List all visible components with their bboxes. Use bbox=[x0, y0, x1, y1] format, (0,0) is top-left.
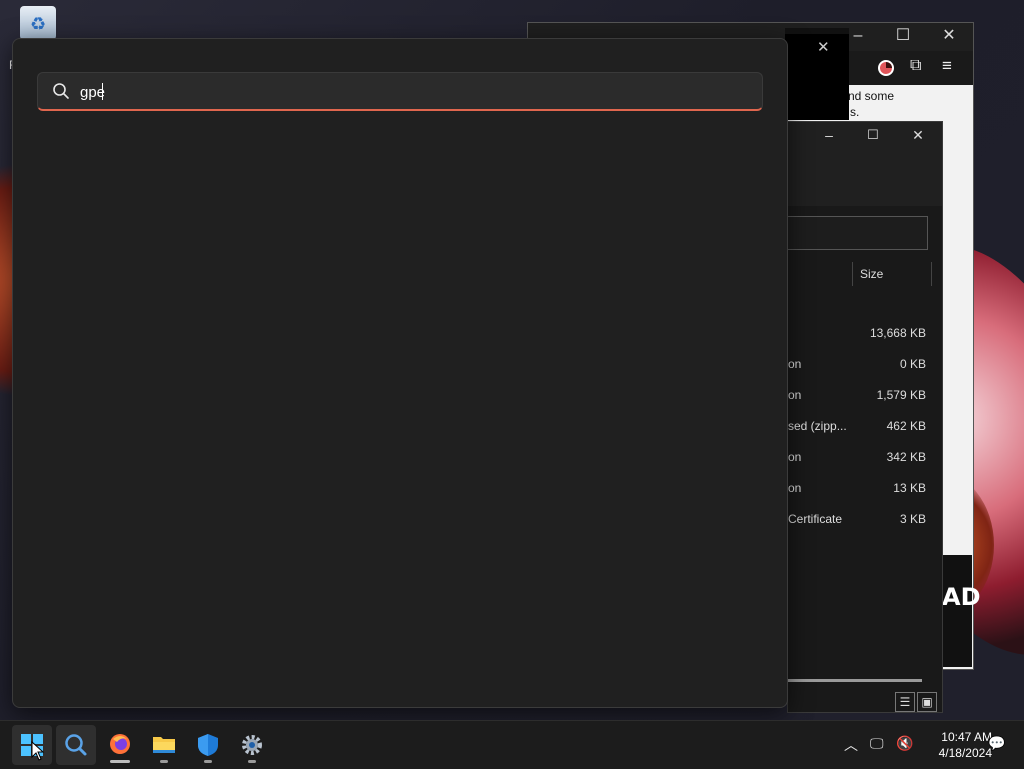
extensions-icon[interactable]: ⧉ bbox=[910, 57, 921, 75]
file-row[interactable]: 13,668 KB bbox=[788, 326, 938, 357]
search-icon bbox=[53, 83, 69, 99]
file-size: 3 KB bbox=[899, 512, 926, 526]
security-taskbar-button[interactable] bbox=[188, 725, 228, 765]
search-taskbar-button[interactable] bbox=[56, 725, 96, 765]
file-row[interactable]: on 1,579 KB bbox=[788, 388, 938, 419]
file-size: 13,668 KB bbox=[869, 326, 926, 340]
close-icon[interactable]: ✕ bbox=[817, 38, 830, 56]
network-icon[interactable]: 🖵 bbox=[870, 735, 884, 752]
file-type: Certificate bbox=[788, 512, 843, 526]
file-type: on bbox=[788, 481, 802, 495]
firefox-view-icon[interactable] bbox=[876, 58, 896, 78]
file-size: 0 KB bbox=[899, 357, 926, 371]
browser-content-text: s. bbox=[850, 105, 860, 119]
file-type: sed (zipp... bbox=[788, 419, 847, 433]
browser-banner bbox=[938, 555, 972, 667]
search-input[interactable] bbox=[78, 73, 742, 111]
firefox-icon bbox=[110, 734, 130, 754]
volume-muted-icon[interactable]: 🔇 bbox=[896, 735, 913, 752]
column-divider[interactable] bbox=[852, 262, 853, 286]
clock-date: 4/18/2024 bbox=[938, 746, 992, 760]
search-panel bbox=[12, 38, 788, 708]
text-caret bbox=[102, 83, 103, 100]
explorer-search-box[interactable] bbox=[788, 216, 928, 250]
file-row[interactable]: on 0 KB bbox=[788, 357, 938, 388]
settings-taskbar-button[interactable] bbox=[232, 725, 272, 765]
search-icon bbox=[65, 734, 87, 756]
maximize-icon[interactable]: ☐ bbox=[858, 122, 888, 148]
chevron-up-icon[interactable]: ︿ bbox=[844, 735, 858, 755]
details-view-icon[interactable]: ☰ bbox=[895, 692, 915, 712]
horizontal-scrollbar[interactable] bbox=[788, 679, 922, 682]
firefox-taskbar-button[interactable] bbox=[100, 725, 140, 765]
maximize-icon[interactable]: ☐ bbox=[888, 23, 918, 49]
menu-icon[interactable]: ≡ bbox=[942, 56, 952, 76]
file-size: 1,579 KB bbox=[876, 388, 926, 402]
file-explorer-taskbar-button[interactable] bbox=[144, 725, 184, 765]
folder-icon bbox=[153, 737, 175, 753]
running-indicator bbox=[204, 760, 212, 763]
large-icons-view-icon[interactable]: ▣ bbox=[917, 692, 937, 712]
column-header-size[interactable]: Size bbox=[860, 267, 883, 281]
file-explorer-window[interactable]: – ☐ ✕ Size 13,668 KB on 0 KB on 1,579 KB… bbox=[787, 121, 943, 713]
explorer-titlebar[interactable]: – ☐ ✕ bbox=[788, 122, 942, 206]
close-icon[interactable]: ✕ bbox=[903, 122, 933, 148]
running-indicator bbox=[110, 760, 130, 763]
clock[interactable]: 10:47 AM 4/18/2024 bbox=[939, 729, 992, 761]
start-button[interactable] bbox=[12, 725, 52, 765]
close-icon[interactable]: ✕ bbox=[934, 23, 964, 49]
running-indicator bbox=[248, 760, 256, 763]
clock-time: 10:47 AM bbox=[941, 730, 992, 744]
mouse-cursor-icon bbox=[31, 741, 45, 761]
file-size: 462 KB bbox=[886, 419, 926, 433]
file-type: on bbox=[788, 450, 802, 464]
notification-icon[interactable]: 💬 bbox=[988, 735, 1005, 752]
recycle-symbol-icon: ♻ bbox=[30, 14, 47, 34]
taskbar: ︿ 🖵 🔇 10:47 AM 4/18/2024 💬 bbox=[0, 720, 1024, 769]
file-size: 13 KB bbox=[893, 481, 926, 495]
file-row[interactable]: sed (zipp... 462 KB bbox=[788, 419, 938, 450]
browser-banner-text: AD bbox=[942, 583, 981, 611]
file-row[interactable]: on 13 KB bbox=[788, 481, 938, 512]
minimize-icon[interactable]: – bbox=[814, 122, 844, 148]
gear-icon bbox=[242, 735, 262, 755]
file-type: on bbox=[788, 388, 802, 402]
shield-icon bbox=[198, 734, 218, 756]
column-divider[interactable] bbox=[931, 262, 932, 286]
file-type: on bbox=[788, 357, 802, 371]
file-row[interactable]: on 342 KB bbox=[788, 450, 938, 481]
file-size: 342 KB bbox=[886, 450, 926, 464]
browser-content-text: nd some bbox=[848, 89, 895, 103]
running-indicator bbox=[160, 760, 168, 763]
search-box[interactable] bbox=[37, 72, 763, 111]
file-row[interactable]: Certificate 3 KB bbox=[788, 512, 938, 543]
background-window: ✕ bbox=[785, 34, 849, 120]
